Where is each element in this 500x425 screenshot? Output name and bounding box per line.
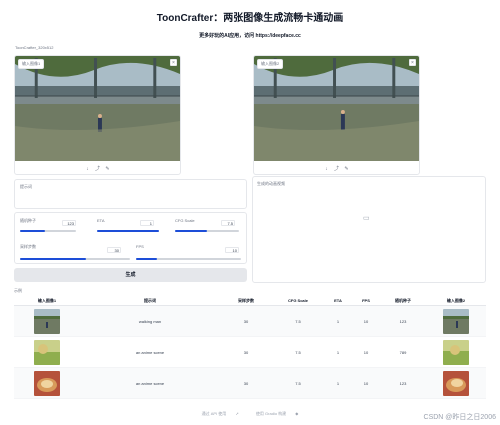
example-thumbnail-meadow (34, 339, 60, 365)
example-cfg: 7.5 (295, 349, 301, 355)
steps-label: 采样步数 (20, 244, 36, 249)
example-thumbnail-food (443, 370, 469, 396)
example-prompt: an anime scene (135, 380, 165, 386)
column-header: CFG Scale (287, 298, 308, 303)
output-video-label: 生成的动画视频 (257, 181, 285, 186)
page-subtitle: 更多好玩的AI应用，访问 https://deepface.cc (199, 33, 301, 39)
examples-heading: 示例 (14, 288, 22, 293)
output-video-panel: 生成的动画视频 ▭ (252, 176, 486, 283)
cfg-value[interactable]: 7.5 (221, 220, 235, 226)
example-eta: 1 (336, 349, 340, 355)
example-steps: 30 (243, 318, 249, 324)
eta-slider-fill (97, 230, 159, 232)
column-header: 提示词 (144, 297, 156, 303)
column-header: 采样步数 (238, 297, 254, 303)
share-icon[interactable]: ⤴ (334, 166, 340, 172)
column-header: 输入图像2 (446, 297, 466, 303)
column-header: FPS (362, 298, 370, 303)
seed-label: 随机种子 (20, 218, 36, 223)
steps-slider-fill (20, 258, 86, 260)
eta-slider[interactable] (97, 230, 159, 232)
input-image-2 (254, 56, 419, 161)
example-eta: 1 (336, 380, 340, 386)
example-thumbnail-meadow (443, 339, 469, 365)
cfg-label: CFG Scale (175, 218, 195, 223)
example-prompt: an anime scene (135, 349, 165, 355)
watermark: CSDN @昨日之日2006 (423, 414, 496, 421)
fps-label: FPS (136, 244, 144, 249)
generate-button[interactable]: 生成 (14, 268, 247, 282)
column-header: ETA (334, 298, 342, 303)
built-with-gradio-link[interactable]: 使用 Gradio 构建 ◆ (252, 411, 302, 416)
fps-slider-fill (136, 258, 157, 260)
seed-slider-fill (20, 230, 46, 232)
fps-slider[interactable] (136, 258, 241, 260)
video-icon: ▭ (363, 215, 370, 222)
examples-header-row: 输入图像1 提示词 采样步数 CFG Scale ETA FPS 随机种子 输入… (14, 296, 486, 306)
example-thumbnail-bridge (443, 308, 469, 334)
example-row[interactable]: an anime scene 30 7.5 1 10 789 (14, 337, 486, 368)
rocket-icon: ➚ (235, 411, 239, 416)
column-header: 输入图像1 (37, 297, 57, 303)
input-image-1-label: 输入图像1 (18, 59, 45, 69)
example-fps: 10 (363, 380, 369, 386)
cfg-slider[interactable] (175, 230, 239, 232)
example-fps: 10 (363, 318, 369, 324)
close-icon[interactable]: × (409, 59, 416, 66)
example-row[interactable]: an anime scene 30 7.5 1 10 123 (14, 368, 486, 399)
cfg-slider-fill (175, 230, 207, 232)
example-fps: 10 (363, 349, 369, 355)
examples-table: 输入图像1 提示词 采样步数 CFG Scale ETA FPS 随机种子 输入… (14, 296, 486, 399)
download-icon[interactable]: ↓ (85, 166, 91, 172)
example-thumbnail-bridge (34, 308, 60, 334)
input-image-2-label: 输入图像2 (257, 59, 284, 69)
prompt-field-box: 提示词 walking man (14, 179, 254, 385)
input-image-2-panel[interactable]: 输入图像2 × ↓ ⤴ ✎ (253, 55, 420, 175)
example-seed: 789 (399, 349, 407, 355)
steps-value[interactable]: 30 (107, 247, 121, 253)
steps-slider[interactable] (20, 258, 130, 260)
example-prompt: walking man (138, 318, 162, 324)
example-eta: 1 (336, 318, 340, 324)
fps-value[interactable]: 10 (225, 247, 239, 253)
page-title: ToonCrafter：两张图像生成流畅卡通动画 (156, 13, 344, 24)
input-image-1 (15, 56, 180, 161)
seed-slider[interactable] (20, 230, 76, 232)
eta-label: ETA (97, 218, 105, 223)
share-icon[interactable]: ⤴ (95, 166, 101, 172)
example-steps: 30 (243, 349, 249, 355)
eta-value[interactable]: 1 (140, 220, 154, 226)
example-thumbnail-food (34, 370, 60, 396)
parameters-box: 随机种子 123 ETA 1 CFG Scale 7.5 采样步数 30 FPS… (14, 212, 247, 264)
edit-icon[interactable]: ✎ (344, 166, 350, 172)
example-seed: 123 (399, 380, 407, 386)
example-cfg: 7.5 (295, 318, 301, 324)
gradio-logo-icon: ◆ (295, 411, 299, 416)
example-row[interactable]: walking man 30 7.5 1 10 123 (14, 306, 486, 337)
download-icon[interactable]: ↓ (324, 166, 330, 172)
prompt-label: 提示词 (20, 184, 32, 189)
example-seed: 123 (399, 318, 407, 324)
input-image-1-panel[interactable]: 输入图像1 × ↓ ⤴ ✎ (14, 55, 181, 175)
edit-icon[interactable]: ✎ (105, 166, 111, 172)
example-cfg: 7.5 (295, 380, 301, 386)
app-label: ToonCrafter_320x512 (15, 45, 54, 50)
seed-value[interactable]: 123 (62, 220, 76, 226)
example-steps: 30 (243, 380, 249, 386)
column-header: 随机种子 (395, 297, 411, 303)
close-icon[interactable]: × (170, 59, 177, 66)
api-link[interactable]: 通过 API 使用 ➚ (198, 411, 243, 416)
